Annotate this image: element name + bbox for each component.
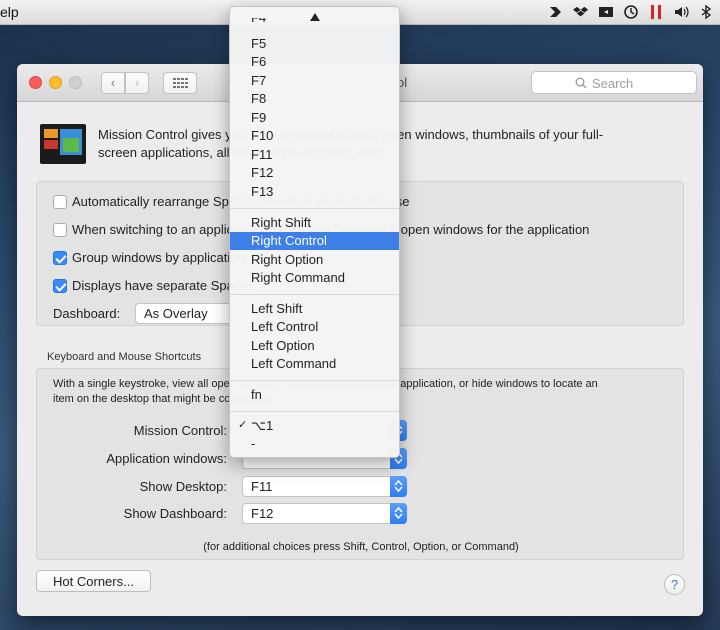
arrow-icon[interactable] [548, 4, 564, 20]
back-button[interactable]: ‹ [101, 72, 125, 94]
menu-item-left-shift[interactable]: Left Shift [230, 300, 399, 318]
dashboard-label: Dashboard: [53, 306, 121, 321]
application-windows-label: Application windows: [106, 451, 227, 466]
menu-item-right-command[interactable]: Right Command [230, 269, 399, 287]
show-all-button[interactable] [163, 72, 197, 94]
option-group-windows[interactable]: Group windows by application [53, 250, 245, 265]
zoom-button[interactable] [69, 76, 82, 89]
search-icon [575, 77, 587, 89]
menu-item-f13[interactable]: F13 [230, 183, 399, 201]
menu-item-fn[interactable]: fn [230, 386, 399, 404]
menu-separator [230, 380, 399, 381]
menu-item-f12[interactable]: F12 [230, 164, 399, 182]
option-separate-spaces[interactable]: Displays have separate Spaces [53, 278, 254, 293]
menu-item-f10[interactable]: F10 [230, 127, 399, 145]
menu-item-left-command[interactable]: Left Command [230, 355, 399, 373]
shortcut-dropdown-menu: F4 F5 F6 F7 F8 F9 F10 F11 F12 F13 Right … [229, 6, 400, 458]
menu-separator [230, 208, 399, 209]
menu-item-f6[interactable]: F6 [230, 53, 399, 71]
menu-item-f11[interactable]: F11 [230, 146, 399, 164]
menu-item-f8[interactable]: F8 [230, 90, 399, 108]
mission-control-app-icon [40, 124, 86, 164]
volume-icon[interactable] [673, 4, 689, 20]
chevron-left-icon: ‹ [110, 75, 116, 90]
menu-item-right-control[interactable]: Right Control [230, 232, 399, 250]
show-dashboard-label: Show Dashboard: [123, 506, 227, 521]
menu-item-f4[interactable]: F4 [230, 18, 399, 26]
forward-button[interactable]: › [125, 72, 149, 94]
menu-item-f9[interactable]: F9 [230, 109, 399, 127]
hot-corners-button[interactable]: Hot Corners... [36, 570, 151, 592]
menu-item-left-control[interactable]: Left Control [230, 318, 399, 336]
bluetooth-icon[interactable] [698, 4, 714, 20]
shortcuts-section-title: Keyboard and Mouse Shortcuts [47, 351, 202, 363]
chevron-right-icon: › [134, 75, 140, 90]
search-field[interactable] [531, 71, 697, 94]
menu-item-f5[interactable]: F5 [230, 35, 399, 53]
show-desktop-label: Show Desktop: [139, 479, 227, 494]
checkbox-group-windows[interactable] [53, 250, 67, 265]
search-input[interactable] [592, 75, 692, 91]
minimize-button[interactable] [49, 76, 62, 89]
mission-control-label: Mission Control: [133, 423, 227, 438]
screen-icon[interactable] [598, 4, 614, 20]
help-button[interactable]: ? [664, 574, 685, 595]
grid-icon [173, 78, 188, 88]
checkbox-switch-space[interactable] [53, 222, 67, 237]
dropbox-icon[interactable] [573, 4, 589, 20]
menu-item-right-option[interactable]: Right Option [230, 251, 399, 269]
menu-separator [230, 294, 399, 295]
menu-item-f7[interactable]: F7 [230, 72, 399, 90]
popup-arrows-icon [390, 503, 407, 524]
show-dashboard-popup[interactable]: F12 [242, 503, 407, 524]
pause-icon[interactable] [648, 4, 664, 20]
menu-item-left-option[interactable]: Left Option [230, 337, 399, 355]
modifier-note: (for additional choices press Shift, Con… [203, 541, 519, 553]
checkbox-rearrange[interactable] [53, 194, 67, 209]
menu-item-right-shift[interactable]: Right Shift [230, 214, 399, 232]
menu-item-option-1[interactable]: ⌥1 [230, 417, 399, 435]
show-desktop-popup[interactable]: F11 [242, 476, 407, 497]
menu-item-dash[interactable]: - [230, 435, 399, 453]
time-machine-icon[interactable] [623, 4, 639, 20]
close-button[interactable] [29, 76, 42, 89]
popup-arrows-icon [390, 476, 407, 497]
menu-help[interactable]: elp [0, 4, 19, 20]
menubar-status-icons [548, 4, 714, 20]
checkbox-separate-spaces[interactable] [53, 278, 67, 293]
menu-separator [230, 411, 399, 412]
